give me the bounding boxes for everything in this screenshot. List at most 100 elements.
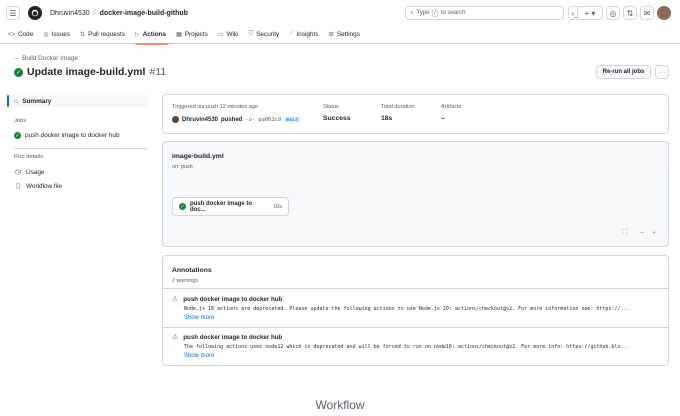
- success-check-icon: ✓: [14, 132, 21, 139]
- success-check-icon: ✓: [179, 203, 186, 210]
- repo-breadcrumb: Dhruvin4530 / docker-image-build-github: [50, 10, 188, 17]
- workflow-file-name: image-build.yml: [172, 153, 224, 160]
- create-new-dropdown-icon[interactable]: + ▾: [577, 6, 603, 20]
- workflow-trigger: on: push: [172, 164, 193, 170]
- success-check-icon: ✓: [14, 67, 23, 77]
- tab-label: Insights: [296, 31, 319, 38]
- shield-icon: ⛉: [248, 31, 254, 37]
- annotation-item: ⚠ push docker image to docker hub The fol…: [172, 333, 662, 360]
- warning-icon: ⚠: [172, 296, 179, 303]
- trigger-label: Triggered via push 12 minutes ago: [172, 104, 258, 110]
- duration-value: 18s: [381, 115, 393, 122]
- notifications-icon[interactable]: ✉: [640, 6, 654, 20]
- status-label: Status: [323, 104, 339, 110]
- actor-avatar: [172, 116, 179, 123]
- repo-nav-tabs: <> Code ◎ Issues ⇅ Pull requests ▷ Actions ▦…: [0, 26, 680, 45]
- job-card[interactable]: ✓ push docker image to doc... 10s: [172, 197, 289, 216]
- github-logo-icon[interactable]: [28, 6, 42, 20]
- pull-requests-icon[interactable]: ⇅: [623, 6, 637, 20]
- sidebar-item-label: Usage: [26, 168, 45, 176]
- annotation-title[interactable]: push docker image to docker hub: [183, 334, 282, 341]
- repo-link[interactable]: docker-image-build-github: [100, 10, 188, 17]
- branch-badge[interactable]: main: [284, 116, 301, 123]
- tab-label: Security: [256, 31, 280, 38]
- sidebar-item-workflow-file[interactable]: ▯ Workflow file: [14, 182, 63, 191]
- sidebar-item-summary[interactable]: ⌂ Summary: [7, 95, 148, 107]
- header-actions-2: + ▾ ◎ ⇅ ✉: [577, 6, 671, 20]
- book-icon: ▭: [217, 32, 224, 38]
- rerun-all-jobs-button[interactable]: Re-run all jobs: [596, 65, 651, 79]
- sidebar-item-usage[interactable]: ◷ Usage: [14, 168, 45, 177]
- graph-icon: ⟋: [289, 31, 294, 37]
- search-suffix: to search: [440, 10, 466, 16]
- tab-label: Wiki: [226, 31, 239, 38]
- tab-projects[interactable]: ▦ Projects: [176, 26, 215, 44]
- job-card-duration: 10s: [273, 203, 283, 210]
- search-shortcut-key: /: [432, 9, 438, 17]
- push-action: pushed: [221, 116, 243, 123]
- tab-label: Settings: [336, 31, 360, 38]
- annotations-panel: Annotations 2 warnings ⚠ push docker imag…: [162, 255, 669, 366]
- commit-info: Dhruvin4530 pushed -o- pa061c9 main: [172, 116, 301, 123]
- status-value: Success: [323, 115, 351, 122]
- tab-actions[interactable]: ▷ Actions: [135, 26, 173, 45]
- tab-label: Issues: [51, 31, 71, 38]
- code-icon: <>: [8, 31, 16, 38]
- duration-label: Total duration: [381, 104, 415, 110]
- image-caption: Workflow: [315, 398, 365, 412]
- table-icon: ▦: [176, 32, 182, 38]
- run-number: #11: [149, 66, 167, 78]
- annotation-divider: [163, 288, 668, 289]
- sidebar-item-label: push docker image to docker hub: [25, 132, 120, 139]
- zoom-in-icon[interactable]: +: [649, 228, 659, 238]
- github-actions-run-page: ☰ Dhruvin4530 / docker-image-build-githu…: [0, 0, 680, 384]
- annotations-count: 2 warnings: [172, 278, 199, 284]
- tab-label: Code: [18, 31, 34, 38]
- sidebar-item-job[interactable]: ✓ push docker image to docker hub: [14, 132, 120, 139]
- workflow-graph-panel: image-build.yml on: push ✓ push docker i…: [162, 141, 669, 247]
- back-to-workflow-link[interactable]: ← Build Docker Image: [14, 55, 78, 62]
- fullscreen-icon[interactable]: ⛶: [620, 228, 630, 238]
- actor-link[interactable]: Dhruvin4530: [182, 117, 218, 123]
- tab-insights[interactable]: ⟋ Insights: [289, 26, 325, 44]
- tab-security[interactable]: ⛉ Security: [249, 26, 287, 44]
- more-options-icon[interactable]: ···: [655, 65, 669, 79]
- job-card-name: push docker image to doc...: [190, 200, 253, 213]
- file-icon: ▯: [16, 183, 20, 190]
- tab-pull-requests[interactable]: ⇅ Pull requests: [80, 26, 132, 44]
- annotation-title[interactable]: push docker image to docker hub: [183, 296, 282, 303]
- play-icon: ▷: [135, 32, 140, 38]
- user-avatar[interactable]: [657, 6, 671, 20]
- tab-settings[interactable]: ⚙ Settings: [328, 26, 366, 44]
- tab-wiki[interactable]: ▭ Wiki: [218, 26, 246, 44]
- search-prefix: Type: [416, 10, 430, 16]
- owner-link[interactable]: Dhruvin4530: [50, 10, 90, 17]
- show-more-link[interactable]: Show more: [184, 353, 662, 359]
- zoom-out-icon[interactable]: −: [637, 228, 647, 238]
- home-icon: ⌂: [14, 97, 19, 105]
- annotation-message: The following actions uses node12 which …: [184, 344, 630, 350]
- show-more-link[interactable]: Show more: [184, 315, 662, 321]
- artifacts-label: Artifacts: [441, 104, 462, 110]
- sidebar-item-label: Workflow file: [26, 182, 63, 190]
- sidebar-item-label: Summary: [22, 97, 52, 105]
- tab-issues[interactable]: ◎ Issues: [43, 26, 77, 44]
- tab-label: Actions: [142, 31, 167, 38]
- search-input[interactable]: ⌕ Type / to search: [405, 6, 564, 20]
- hamburger-menu-icon[interactable]: ☰: [6, 6, 20, 20]
- pull-request-icon: ⇅: [80, 32, 86, 38]
- annotations-title: Annotations: [172, 267, 212, 274]
- issues-icon[interactable]: ◎: [606, 6, 620, 20]
- search-icon: ⌕: [410, 9, 414, 16]
- tab-label: Pull requests: [88, 31, 126, 38]
- annotation-item: ⚠ push docker image to docker hub Node.js…: [172, 295, 662, 322]
- commit-sha-link[interactable]: -o- pa061c9: [245, 117, 281, 123]
- artifacts-value: –: [441, 115, 445, 122]
- page-title: ✓ Update image-build.yml #11: [14, 66, 166, 78]
- tab-code[interactable]: <> Code: [8, 26, 40, 44]
- jobs-heading: Jobs: [14, 118, 27, 124]
- run-title: Update image-build.yml: [27, 66, 146, 78]
- tab-label: Projects: [184, 31, 208, 38]
- warning-icon: ⚠: [172, 334, 179, 341]
- issue-icon: ◎: [43, 32, 49, 38]
